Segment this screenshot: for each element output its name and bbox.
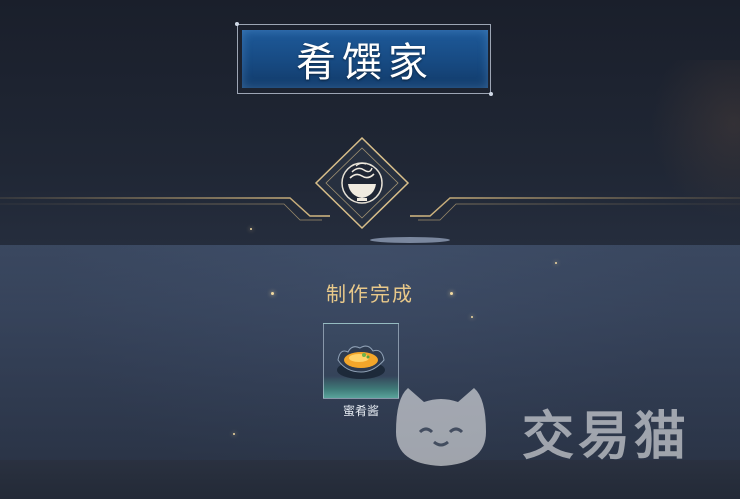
crafting-result-screen: 肴馔家 制作完成 蜜肴酱 交易猫 <box>0 0 740 499</box>
sparkle <box>271 292 274 295</box>
corner-dot <box>489 92 493 96</box>
sparkle <box>233 433 235 435</box>
sparkle <box>450 292 453 295</box>
sparkle <box>471 316 473 318</box>
watermark: 交易猫 <box>386 380 736 470</box>
cat-face-logo <box>396 388 486 466</box>
title-banner: 肴馔家 <box>242 30 488 88</box>
crafting-complete-label: 制作完成 <box>326 282 414 306</box>
title-plaque: 肴馔家 <box>235 22 493 96</box>
page-title: 肴馔家 <box>296 40 434 86</box>
sparkle <box>250 228 252 230</box>
watermark-text: 交易猫 <box>522 407 691 467</box>
corner-dot <box>235 22 239 26</box>
emblem-diamond <box>314 136 410 230</box>
ornament-divider <box>0 136 740 243</box>
sparkle <box>555 262 557 264</box>
